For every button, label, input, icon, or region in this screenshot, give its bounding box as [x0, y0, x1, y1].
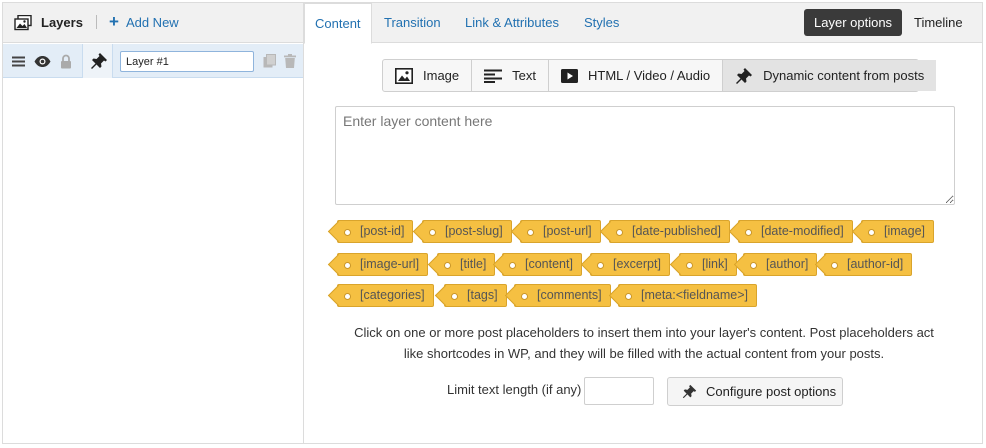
layers-title: Layers: [41, 15, 83, 30]
placeholder-tag[interactable]: [author-id]: [824, 253, 913, 276]
placeholder-tag[interactable]: [excerpt]: [590, 253, 670, 276]
pin-icon: [682, 384, 697, 399]
tab-link-attributes[interactable]: Link & Attributes: [455, 3, 569, 43]
placeholder-tag[interactable]: [post-url]: [520, 220, 601, 243]
limit-text-length-input[interactable]: [584, 377, 654, 405]
layers-panel: Layers + Add New: [3, 3, 304, 443]
layer-type-text-label: Text: [512, 68, 536, 83]
layer-row[interactable]: [3, 44, 303, 78]
placeholder-tag[interactable]: [image-url]: [337, 253, 429, 276]
add-new-label: Add New: [125, 14, 179, 30]
placeholder-tag[interactable]: [tags]: [444, 284, 507, 307]
limit-text-length-label: Limit text length (if any): [447, 382, 582, 397]
add-new-layer-button[interactable]: + Add New: [109, 12, 179, 31]
configure-post-options-label: Configure post options: [706, 384, 837, 399]
tab-transition[interactable]: Transition: [374, 3, 451, 43]
configure-post-options-button[interactable]: Configure post options: [667, 377, 843, 406]
image-icon: [395, 67, 413, 84]
placeholder-help-text: Click on one or more post placeholders t…: [354, 325, 934, 361]
trash-icon[interactable]: [284, 54, 296, 68]
duplicate-icon[interactable]: [263, 54, 276, 68]
layer-type-text[interactable]: Text: [472, 60, 549, 91]
layer-type-html-label: HTML / Video / Audio: [587, 68, 711, 83]
tab-content[interactable]: Content: [304, 3, 372, 44]
layers-icon: [14, 15, 32, 31]
placeholder-tag[interactable]: [author]: [743, 253, 818, 276]
pin-icon: [91, 53, 107, 69]
layer-editor: Layers + Add New Layer #1 Content Transi…: [2, 2, 983, 444]
placeholder-tag[interactable]: [categories]: [337, 284, 434, 307]
layer-name-input[interactable]: [120, 51, 254, 72]
placeholder-tag[interactable]: [date-modified]: [738, 220, 853, 243]
layer-type-html-video-audio[interactable]: HTML / Video / Audio: [549, 60, 724, 91]
layer-type-selector: Image Text HTML / Video / Audio Dynamic …: [382, 59, 937, 92]
header-separator: [96, 15, 97, 29]
video-icon: [560, 68, 578, 83]
placeholder-tag[interactable]: [link]: [679, 253, 737, 276]
placeholder-tag[interactable]: [title]: [437, 253, 496, 276]
lock-icon[interactable]: [60, 54, 72, 69]
tab-bar: Content Transition Link & Attributes Sty…: [304, 3, 982, 44]
timeline-button[interactable]: Timeline: [910, 9, 967, 36]
visibility-eye-icon[interactable]: [34, 56, 51, 67]
placeholder-tag[interactable]: [post-id]: [337, 220, 414, 243]
placeholder-tag[interactable]: [image]: [861, 220, 934, 243]
text-icon: [484, 69, 503, 83]
tab-styles[interactable]: Styles: [574, 3, 629, 43]
layer-type-dynamic-label: Dynamic content from posts: [763, 68, 925, 83]
placeholder-tag[interactable]: [date-published]: [609, 220, 730, 243]
layers-header: Layers + Add New: [3, 3, 303, 43]
layer-type-image-label: Image: [423, 68, 460, 83]
layer-type-dynamic-content[interactable]: Dynamic content from posts: [723, 60, 937, 91]
editor-panel: Content Transition Link & Attributes Sty…: [304, 3, 982, 443]
layer-options-button[interactable]: Layer options: [804, 9, 903, 36]
placeholder-tag[interactable]: [content]: [502, 253, 582, 276]
plus-icon: +: [109, 12, 119, 31]
placeholder-tag[interactable]: [meta:<fieldname>]: [618, 284, 758, 307]
layer-type-cell: [82, 44, 113, 78]
drag-handle-icon[interactable]: [12, 56, 25, 67]
pin-icon: [736, 67, 753, 84]
placeholder-tag[interactable]: [post-slug]: [422, 220, 512, 243]
layer-content-textarea[interactable]: [335, 106, 955, 205]
layer-type-image[interactable]: Image: [383, 60, 473, 91]
placeholder-tag[interactable]: [comments]: [514, 284, 611, 307]
